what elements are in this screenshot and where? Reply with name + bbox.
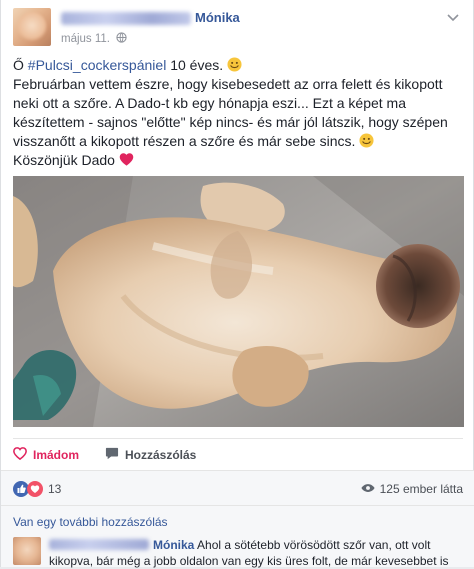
heart-icon <box>27 481 43 502</box>
globe-icon <box>116 32 127 46</box>
comment-label: Hozzászólás <box>125 448 197 462</box>
author-avatar[interactable] <box>13 8 51 46</box>
text-body: Februárban vettem észre, hogy kisebesede… <box>13 76 448 149</box>
commenter-avatar[interactable] <box>13 537 41 565</box>
post-date-row: május 11. <box>61 32 127 46</box>
chevron-down-icon[interactable] <box>447 14 461 24</box>
reactions-bar: 13 125 ember látta <box>1 470 474 506</box>
post-text: Ő #Pulcsi_cockerspániel 10 éves. Február… <box>13 56 463 170</box>
post-card: Mónika május 11. Ő #Pulcsi_cockerspániel… <box>0 0 474 569</box>
seen-count: 125 ember látta <box>379 482 463 496</box>
hashtag-link[interactable]: #Pulcsi_cockerspániel <box>28 57 167 73</box>
comment-icon <box>105 447 119 463</box>
text-age: 10 éves. <box>166 57 228 73</box>
reaction-count[interactable]: 13 <box>48 482 61 496</box>
comment-text: Ahol a sötétebb vörösödött szőr van, ott… <box>49 538 449 568</box>
text-thanks: Köszönjük Dado <box>13 152 119 168</box>
post-date[interactable]: május 11. <box>61 33 110 45</box>
heart-emoji-icon <box>119 152 134 167</box>
smile-emoji-icon <box>359 133 374 148</box>
smile-emoji-icon <box>227 57 242 72</box>
post-header: Mónika május 11. <box>13 8 463 48</box>
comment-button[interactable]: Hozzászólás <box>105 447 196 463</box>
love-button[interactable]: Imádom <box>13 447 79 463</box>
love-label: Imádom <box>33 448 80 462</box>
blurred-name <box>61 12 191 25</box>
more-comments-link[interactable]: Van egy további hozzászólás <box>13 515 168 529</box>
reaction-icons[interactable] <box>13 481 43 502</box>
post-photo[interactable] <box>13 176 464 427</box>
heart-outline-icon <box>13 447 27 463</box>
eye-icon <box>361 482 375 496</box>
author-name[interactable]: Mónika <box>195 10 240 25</box>
seen-by[interactable]: 125 ember látta <box>361 482 463 496</box>
post-actions: Imádom Hozzászólás <box>13 438 463 468</box>
comment: Mónika Ahol a sötétebb vörösödött szőr v… <box>49 537 459 569</box>
commenter-name[interactable]: Mónika <box>153 538 194 552</box>
text-prefix: Ő <box>13 57 28 73</box>
comments-section: Van egy további hozzászólás Mónika Ahol … <box>1 506 474 569</box>
